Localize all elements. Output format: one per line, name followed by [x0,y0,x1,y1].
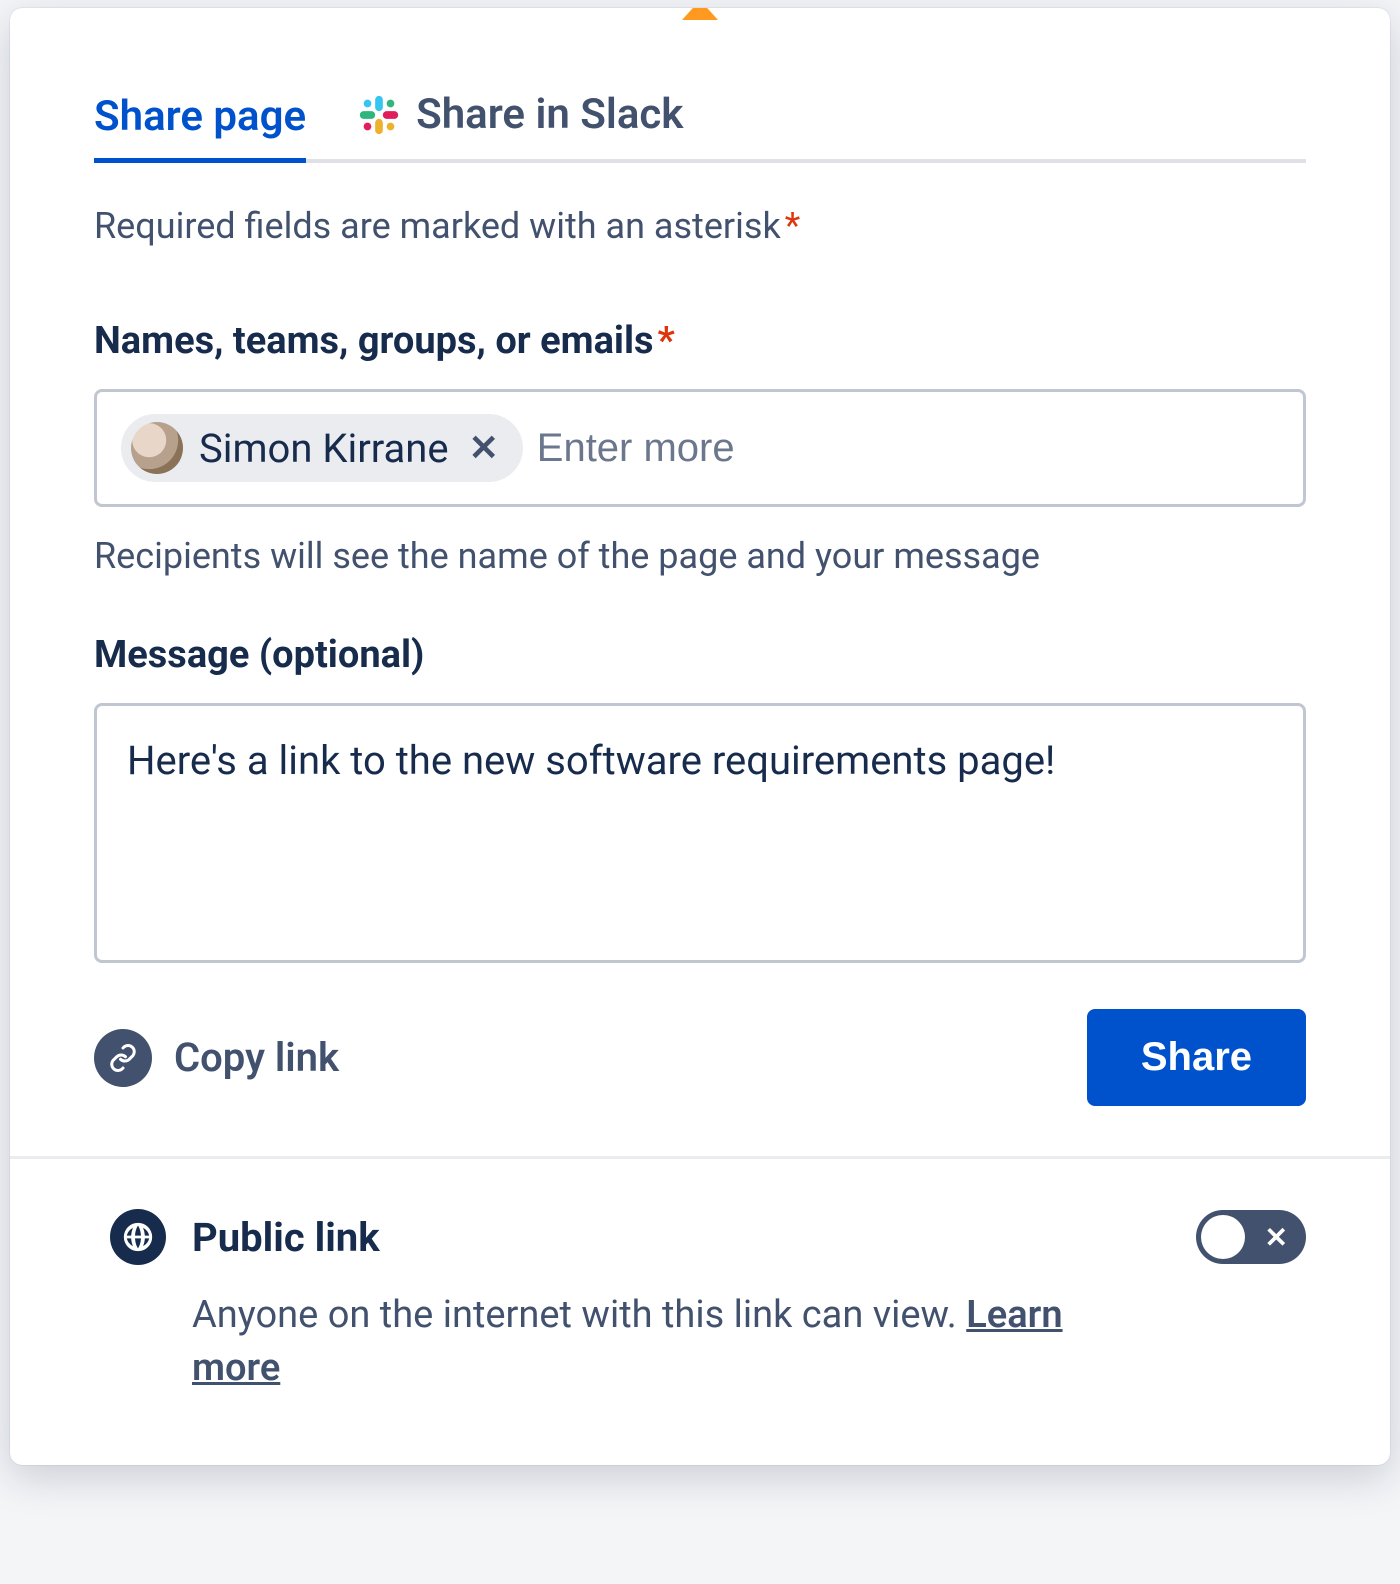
asterisk-icon: * [785,205,801,247]
recipients-helper: Recipients will see the name of the page… [94,535,1306,577]
tab-label: Share in Slack [416,94,683,136]
public-link-description: Anyone on the internet with this link ca… [192,1289,1092,1395]
asterisk-icon: * [658,319,675,363]
tab-label: Share page [94,96,306,138]
chip-name: Simon Kirrane [199,425,449,472]
close-icon: ✕ [1265,1221,1288,1254]
slack-icon [356,92,402,138]
link-icon [94,1029,152,1087]
tab-share-page[interactable]: Share page [94,96,306,163]
toggle-knob [1201,1215,1245,1259]
actions-row: Copy link Share [94,1009,1306,1106]
avatar [131,422,183,474]
recipient-chip: Simon Kirrane ✕ [121,414,523,482]
remove-chip-icon[interactable]: ✕ [465,430,503,466]
share-button[interactable]: Share [1087,1009,1306,1106]
pointer-arrow-icon [682,8,718,20]
copy-link-button[interactable]: Copy link [94,1029,339,1087]
required-hint: Required fields are marked with an aster… [94,205,1306,247]
globe-icon [110,1209,166,1265]
message-label: Message (optional) [94,633,1306,677]
recipients-label-text: Names, teams, groups, or emails [94,319,654,363]
public-link-toggle[interactable]: ✕ [1196,1210,1306,1264]
recipients-label: Names, teams, groups, or emails* [94,319,1306,363]
copy-link-label: Copy link [174,1034,339,1081]
required-hint-text: Required fields are marked with an aster… [94,205,781,247]
dialog-content: Share page [10,20,1390,1156]
public-desc-text: Anyone on the internet with this link ca… [192,1293,966,1337]
public-link-title: Public link [192,1214,380,1261]
tab-share-slack[interactable]: Share in Slack [356,92,683,163]
recipients-input[interactable]: Simon Kirrane ✕ [94,389,1306,507]
public-link-section: Public link ✕ Anyone on the internet wit… [10,1159,1390,1465]
tabs: Share page [94,92,1306,163]
message-textarea[interactable] [94,703,1306,963]
recipients-text-input[interactable] [537,426,1279,471]
share-dialog: Share page [10,8,1390,1465]
